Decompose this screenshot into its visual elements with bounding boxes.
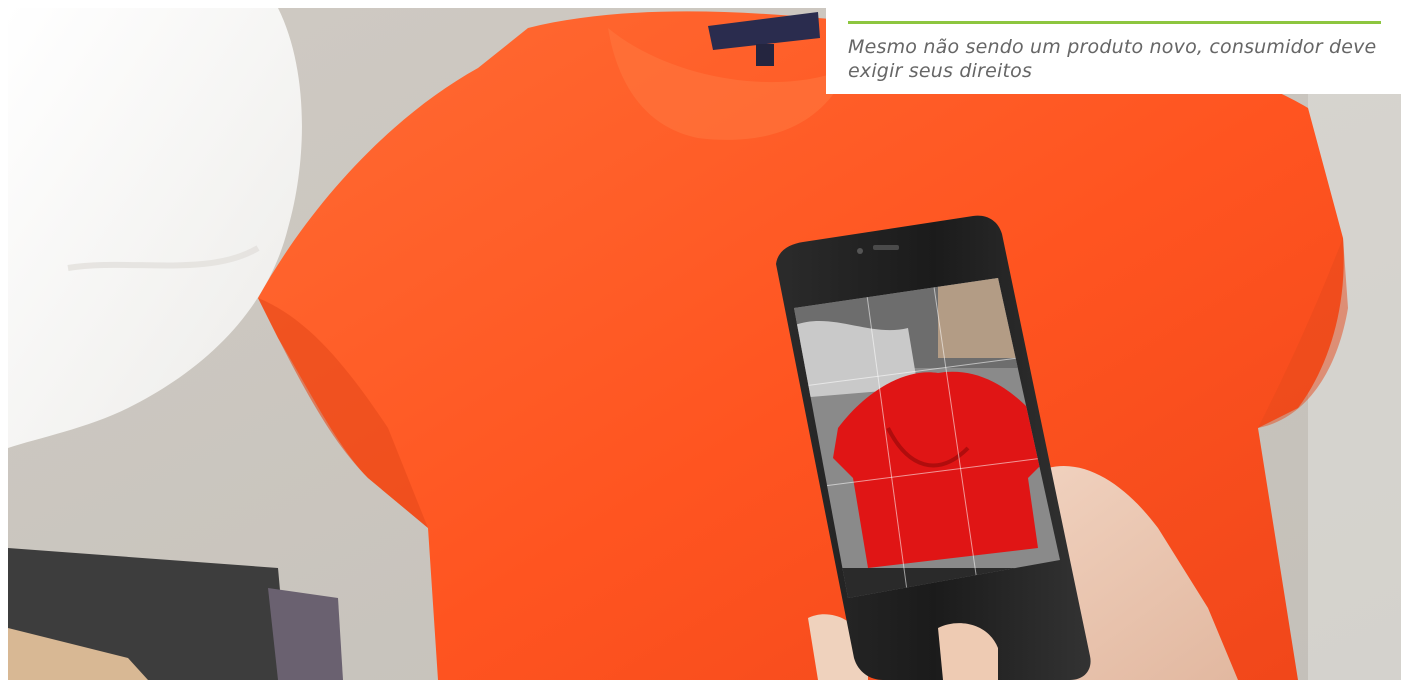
article-figure: Mesmo não sendo um produto novo, consumi… [0,0,1401,680]
photo-caption: Mesmo não sendo um produto novo, consumi… [848,36,1377,82]
article-photo [8,8,1401,680]
caption-accent-rule [848,21,1381,24]
photo-illustration [8,8,1401,680]
